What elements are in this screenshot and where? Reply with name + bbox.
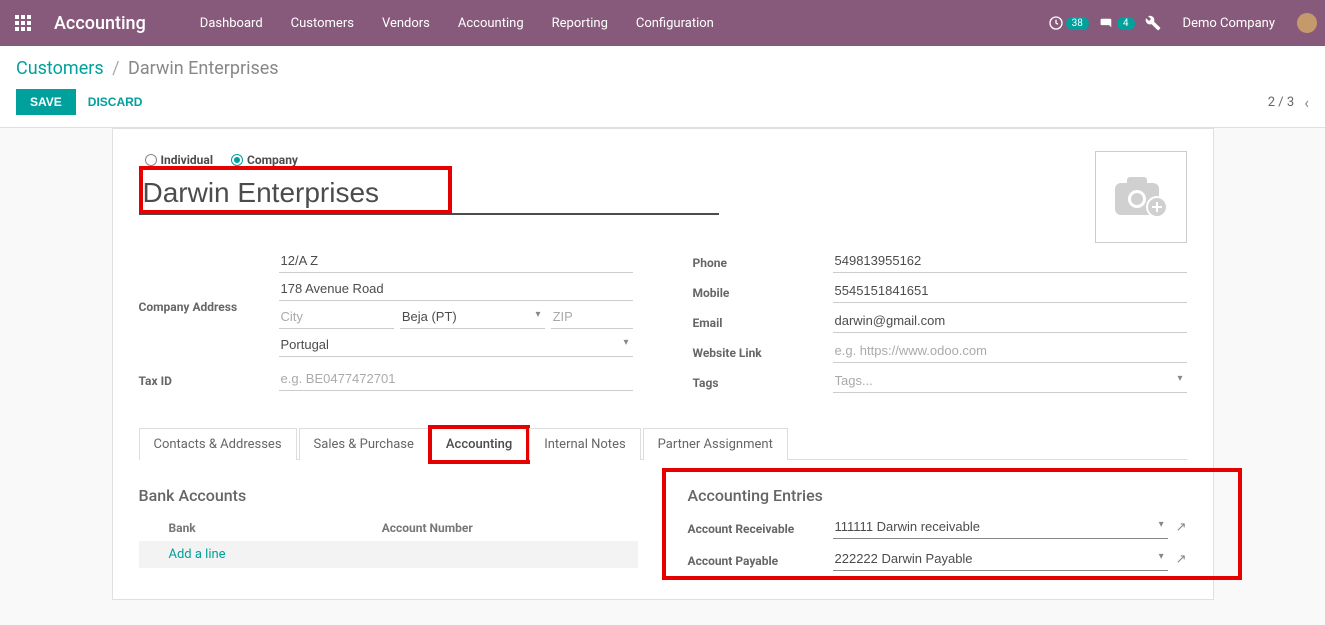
nav-vendors[interactable]: Vendors [368, 16, 444, 31]
add-line-link[interactable]: Add a line [169, 547, 226, 562]
pager: 2 / 3 ‹ [1268, 93, 1309, 112]
action-bar: SAVE DISCARD 2 / 3 ‹ [0, 85, 1325, 128]
radio-individual-label: Individual [161, 153, 214, 167]
address-zip-input[interactable] [551, 305, 633, 329]
activity-count-badge: 38 [1066, 17, 1089, 30]
email-input[interactable] [833, 309, 1187, 333]
nav-dashboard[interactable]: Dashboard [186, 16, 277, 31]
breadcrumb-sep: / [112, 58, 119, 79]
top-right: 38 4 Demo Company [1048, 13, 1317, 33]
tab-sales[interactable]: Sales & Purchase [299, 428, 429, 460]
address-line1-input[interactable] [279, 249, 633, 273]
partner-type-radios: Individual Company [145, 153, 1187, 167]
label-company-address: Company Address [139, 296, 279, 314]
debug-icon[interactable] [1145, 15, 1161, 31]
topbar: Accounting Dashboard Customers Vendors A… [0, 0, 1325, 46]
save-button[interactable]: SAVE [16, 89, 76, 115]
activity-icon[interactable]: 38 [1048, 15, 1089, 31]
tab-accounting[interactable]: Accounting [431, 428, 527, 460]
address-state-select[interactable] [400, 305, 545, 329]
radio-individual[interactable]: Individual [145, 153, 214, 167]
website-input[interactable] [833, 339, 1187, 363]
company-selector[interactable]: Demo Company [1183, 16, 1275, 31]
tabs: Contacts & Addresses Sales & Purchase Ac… [139, 427, 1187, 460]
messages-icon[interactable]: 4 [1099, 15, 1135, 31]
label-email: Email [693, 312, 833, 330]
right-column: Phone Mobile Email Website Link Tags [693, 249, 1187, 399]
tab-notes[interactable]: Internal Notes [529, 428, 640, 460]
label-mobile: Mobile [693, 282, 833, 300]
radio-company[interactable]: Company [231, 153, 298, 167]
mobile-input[interactable] [833, 279, 1187, 303]
messages-count-badge: 4 [1117, 17, 1135, 30]
breadcrumb-current: Darwin Enterprises [128, 58, 279, 79]
image-upload[interactable] [1095, 151, 1187, 243]
address-line2-input[interactable] [279, 277, 633, 301]
tags-select[interactable] [833, 369, 1187, 393]
pager-value[interactable]: 2 / 3 [1268, 95, 1294, 110]
tax-id-input[interactable] [279, 367, 633, 391]
breadcrumb-root[interactable]: Customers [16, 58, 104, 79]
label-payable: Account Payable [688, 550, 833, 568]
app-title[interactable]: Accounting [54, 13, 146, 34]
tab-contacts[interactable]: Contacts & Addresses [139, 428, 297, 460]
bank-add-line-row: Add a line [139, 541, 638, 568]
account-payable-select[interactable] [833, 547, 1168, 571]
radio-company-label: Company [247, 153, 298, 167]
pager-prev-icon[interactable]: ‹ [1304, 93, 1309, 112]
nav-configuration[interactable]: Configuration [622, 16, 728, 31]
label-receivable: Account Receivable [688, 518, 833, 536]
bank-col-account: Account Number [382, 521, 638, 535]
bank-section-title: Bank Accounts [139, 486, 638, 505]
tab-body: Bank Accounts Bank Account Number Add a … [139, 486, 1187, 579]
nav-accounting[interactable]: Accounting [444, 16, 538, 31]
partner-name-input[interactable] [139, 171, 719, 215]
address-country-select[interactable] [279, 333, 633, 357]
form-sheet: Individual Company Company Address [112, 128, 1214, 600]
phone-input[interactable] [833, 249, 1187, 273]
label-phone: Phone [693, 252, 833, 270]
left-column: Company Address Tax ID [139, 249, 633, 399]
tab-partner[interactable]: Partner Assignment [643, 428, 788, 460]
breadcrumb: Customers / Darwin Enterprises [0, 46, 1325, 85]
tab-accounting-label: Accounting [446, 437, 512, 452]
account-receivable-select[interactable] [833, 515, 1168, 539]
nav-customers[interactable]: Customers [277, 16, 368, 31]
bank-table-header: Bank Account Number [139, 515, 638, 541]
user-avatar-icon[interactable] [1297, 13, 1317, 33]
top-nav: Dashboard Customers Vendors Accounting R… [186, 16, 728, 31]
label-tags: Tags [693, 372, 833, 390]
bank-accounts-section: Bank Accounts Bank Account Number Add a … [139, 486, 638, 579]
bank-col-bank: Bank [169, 521, 382, 535]
nav-reporting[interactable]: Reporting [538, 16, 622, 31]
accounting-entries-section: Accounting Entries Account Receivable ↗ … [688, 486, 1187, 579]
discard-button[interactable]: DISCARD [88, 95, 143, 109]
address-city-input[interactable] [279, 305, 394, 329]
external-link-icon[interactable]: ↗ [1176, 520, 1187, 535]
entries-section-title: Accounting Entries [688, 486, 1187, 505]
apps-icon[interactable] [8, 8, 38, 38]
content: Individual Company Company Address [0, 128, 1325, 600]
external-link-icon[interactable]: ↗ [1176, 552, 1187, 567]
label-website: Website Link [693, 342, 833, 360]
label-tax-id: Tax ID [139, 370, 279, 388]
